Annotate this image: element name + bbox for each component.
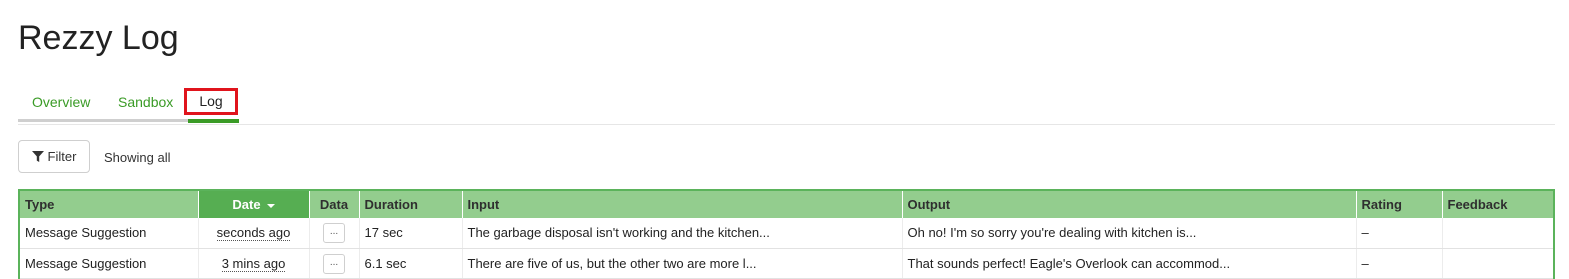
tab-overview[interactable]: Overview bbox=[32, 94, 90, 110]
cell-input: There are five of us, but the other two … bbox=[462, 248, 903, 279]
tab-log[interactable]: Log bbox=[184, 88, 238, 115]
cell-duration: 17 sec bbox=[359, 218, 463, 249]
filter-status: Showing all bbox=[104, 150, 171, 165]
column-header-data[interactable]: Data bbox=[309, 191, 360, 218]
tab-underline-inactive bbox=[18, 119, 188, 122]
page-title: Rezzy Log bbox=[18, 19, 179, 57]
date-text: 3 mins ago bbox=[221, 255, 286, 272]
view-data-button[interactable]: ... bbox=[323, 253, 345, 274]
cell-duration: 6.1 sec bbox=[359, 248, 463, 279]
table-row[interactable]: Message Suggestion seconds ago ... 17 se… bbox=[20, 218, 1553, 249]
tab-bar: Overview Sandbox Log bbox=[18, 86, 1555, 125]
tab-sandbox[interactable]: Sandbox bbox=[118, 94, 173, 110]
log-table: Type Date Data Duration Input Output Rat… bbox=[20, 191, 1553, 279]
view-data-button[interactable]: ... bbox=[323, 223, 345, 244]
cell-output: That sounds perfect! Eagle's Overlook ca… bbox=[902, 248, 1357, 279]
column-header-date-label: Date bbox=[232, 197, 261, 212]
column-header-rating[interactable]: Rating bbox=[1356, 191, 1443, 218]
filter-button-label: Filter bbox=[47, 149, 77, 164]
column-header-date[interactable]: Date bbox=[198, 191, 310, 218]
cell-feedback bbox=[1442, 218, 1553, 249]
tab-active-indicator bbox=[188, 119, 239, 123]
table-header-row: Type Date Data Duration Input Output Rat… bbox=[20, 191, 1553, 218]
cell-rating: – bbox=[1356, 248, 1443, 279]
cell-type: Message Suggestion bbox=[20, 248, 199, 279]
filter-button[interactable]: Filter bbox=[18, 140, 90, 173]
filter-icon bbox=[31, 151, 44, 162]
cell-data: ... bbox=[309, 218, 360, 249]
cell-rating: – bbox=[1356, 218, 1443, 249]
column-header-duration[interactable]: Duration bbox=[359, 191, 463, 218]
log-table-container: Type Date Data Duration Input Output Rat… bbox=[18, 189, 1555, 279]
cell-output: Oh no! I'm so sorry you're dealing with … bbox=[902, 218, 1357, 249]
cell-date: seconds ago bbox=[198, 218, 310, 249]
column-header-output[interactable]: Output bbox=[902, 191, 1357, 218]
table-row[interactable]: Message Suggestion 3 mins ago ... 6.1 se… bbox=[20, 248, 1553, 279]
column-header-feedback[interactable]: Feedback bbox=[1442, 191, 1553, 218]
column-header-type[interactable]: Type bbox=[20, 191, 199, 218]
column-header-input[interactable]: Input bbox=[462, 191, 903, 218]
page: Rezzy Log Overview Sandbox Log Filter Sh… bbox=[0, 0, 1569, 279]
date-text: seconds ago bbox=[216, 225, 291, 242]
cell-feedback bbox=[1442, 248, 1553, 279]
cell-data: ... bbox=[309, 248, 360, 279]
cell-type: Message Suggestion bbox=[20, 218, 199, 249]
cell-date: 3 mins ago bbox=[198, 248, 310, 279]
cell-input: The garbage disposal isn't working and t… bbox=[462, 218, 903, 249]
sort-desc-icon bbox=[266, 203, 275, 208]
